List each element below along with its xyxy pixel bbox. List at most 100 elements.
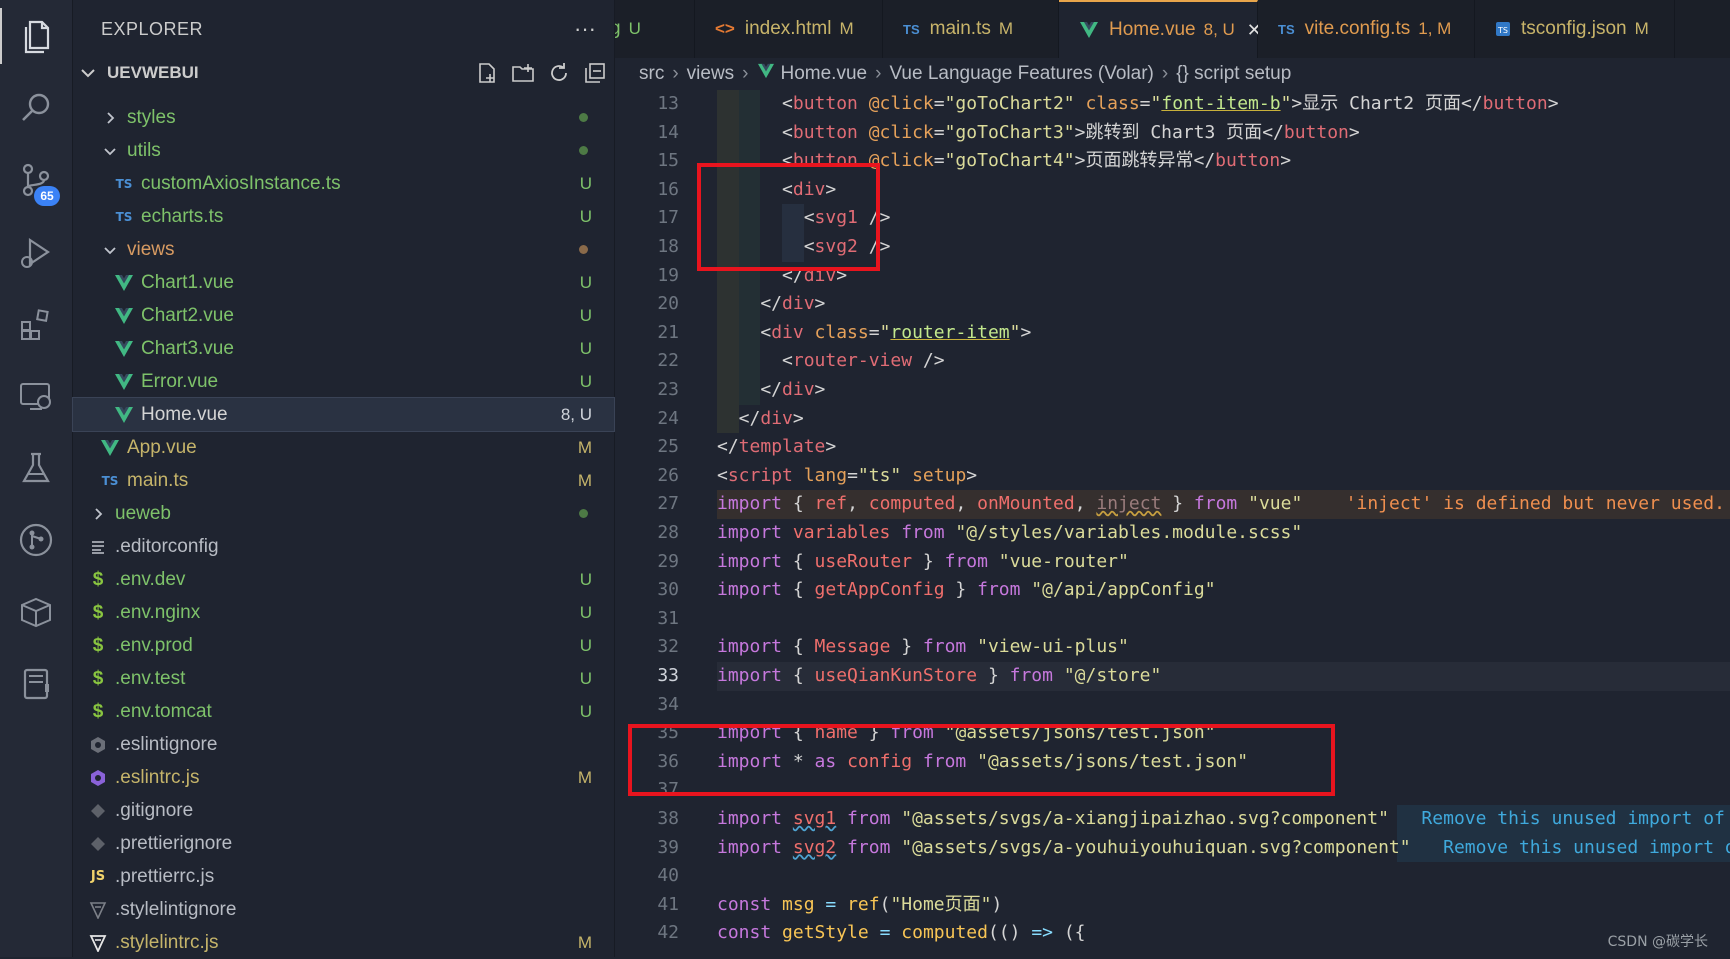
code-line[interactable]: import { ref, computed, onMounted, injec… [717, 490, 1725, 519]
testing-icon[interactable] [0, 440, 72, 496]
code-token: computed [901, 922, 988, 944]
breadcrumb-item[interactable]: src [639, 63, 664, 85]
tree-file[interactable]: TS customAxiosInstance.ts U [73, 167, 614, 200]
tree-item-label: .env.test [115, 667, 186, 689]
code-line[interactable]: const getStyle = computed(() => ({ [717, 919, 1086, 948]
code-line[interactable]: import { getAppConfig } from "@/api/appC… [717, 576, 1216, 605]
tab-status: 8, U [1203, 20, 1235, 39]
tree-file[interactable]: $ .env.test U [73, 662, 614, 695]
workspace-section-header[interactable]: UEVWEBUI [73, 58, 614, 88]
tree-file[interactable]: $ .env.prod U [73, 629, 614, 662]
vue-file-icon [113, 305, 135, 327]
chevron-down-icon [81, 69, 95, 78]
breadcrumb-item[interactable]: Home.vue [781, 63, 868, 85]
extensions-icon[interactable] [0, 296, 72, 352]
code-token: import [717, 665, 793, 686]
tree-file[interactable]: $ .env.dev U [73, 563, 614, 596]
tree-file[interactable]: .eslintrc.js M [73, 761, 614, 794]
tab-home-vue[interactable]: Home.vue 8, U ✕ [1059, 0, 1262, 58]
files-icon[interactable] [0, 8, 74, 64]
tree-item-label: Chart1.vue [141, 271, 234, 293]
line-number: 28 [657, 522, 679, 543]
breadcrumb-item[interactable]: {} script setup [1176, 63, 1291, 85]
tree-file[interactable]: App.vue M [73, 431, 614, 464]
tree-item-label: .eslintrc.js [115, 766, 200, 788]
breadcrumb-item[interactable]: Vue Language Features (Volar) [889, 63, 1153, 85]
more-actions-icon[interactable]: ··· [574, 16, 596, 42]
remote-explorer-icon[interactable] [0, 368, 72, 424]
code-line[interactable]: import { Message } from "view-ui-plus" [717, 633, 1129, 662]
tree-item-label: .env.dev [115, 568, 186, 590]
code-line[interactable]: import variables from "@/styles/variable… [717, 519, 1302, 548]
tree-file[interactable]: Chart3.vue U [73, 332, 614, 365]
tab-vite-config-ts[interactable]: TS vite.config.ts 1, M [1258, 0, 1475, 58]
code-line[interactable]: <router-view /> [717, 347, 945, 376]
tree-file[interactable]: .gitignore [73, 794, 614, 827]
tree-file[interactable]: .eslintignore [73, 728, 614, 761]
tree-file[interactable]: $ .env.nginx U [73, 596, 614, 629]
code-line[interactable]: <button @click="goToChart3">跳转到 Chart3 页… [717, 119, 1360, 148]
code-token: from [922, 636, 978, 658]
code-line[interactable]: <button @click="goToChart2" class="font-… [717, 90, 1559, 119]
breadcrumb-item[interactable]: views [687, 63, 735, 85]
line-number: 40 [657, 865, 679, 887]
code-token: div [782, 293, 815, 315]
collapse-all-icon[interactable] [582, 60, 608, 86]
new-file-icon[interactable] [474, 60, 500, 86]
notebook-icon[interactable] [0, 656, 72, 712]
line-number: 13 [657, 93, 679, 114]
source-control-icon[interactable]: 65 [0, 152, 72, 208]
code-token: 跳转到 Chart3 页面 [1085, 121, 1263, 143]
ignore-file-icon [87, 800, 109, 822]
tab-index-html[interactable]: <> index.html M [695, 0, 883, 58]
tree-folder[interactable]: styles [73, 101, 614, 134]
package-icon[interactable] [0, 584, 72, 640]
tree-folder[interactable]: views [73, 233, 614, 266]
code-line[interactable]: <div class="router-item"> [717, 319, 1031, 348]
tree-file[interactable]: .prettierignore [73, 827, 614, 860]
git-graph-icon[interactable] [0, 512, 72, 568]
activity-bar: 65 [0, 0, 73, 957]
code-line[interactable]: import svg1 from "@assets/svgs/a-xiangji… [717, 805, 1730, 834]
line-number: 24 [657, 407, 679, 429]
refresh-icon[interactable] [546, 60, 572, 86]
tree-item-label: .prettierignore [115, 832, 233, 854]
tab-main-ts[interactable]: TS main.ts M [883, 0, 1059, 58]
code-token: " [1280, 93, 1292, 114]
code-line[interactable]: </div> [717, 290, 825, 319]
tree-file[interactable]: TS main.ts M [73, 464, 614, 497]
tree-file[interactable]: .editorconfig [73, 530, 614, 563]
code-line[interactable]: </template> [717, 433, 836, 462]
tree-folder[interactable]: utils [73, 134, 614, 167]
code-line[interactable]: <script lang="ts" setup> [717, 462, 977, 491]
tree-file[interactable]: JS .prettierrc.js [73, 860, 614, 893]
tree-file[interactable]: Error.vue U [73, 365, 614, 398]
code-line[interactable]: </div> [717, 405, 804, 434]
code-token: import [717, 636, 793, 658]
tab-g[interactable]: gU [615, 0, 695, 58]
tab-status: M [1634, 19, 1649, 38]
new-folder-icon[interactable] [510, 60, 536, 86]
tree-file[interactable]: $ .env.tomcat U [73, 695, 614, 728]
tree-file[interactable]: .stylelintrc.js M [73, 926, 614, 959]
code-line[interactable]: import { useRouter } from "vue-router" [717, 548, 1129, 577]
code-line[interactable]: const msg = ref("Home页面") [717, 891, 1002, 920]
code-line[interactable]: import svg2 from "@assets/svgs/a-youhuiy… [717, 834, 1730, 863]
code-editor[interactable]: 13 14 15 16 17 18 19 20 21 22 23 24 25 26 27 28 29 30 31 32… [615, 90, 1730, 957]
run-debug-icon[interactable] [0, 224, 72, 280]
tree-file[interactable]: Chart2.vue U [73, 299, 614, 332]
code-line[interactable]: import { useQianKunStore } from "@/store… [717, 662, 1161, 691]
git-status-badge: U [579, 305, 592, 325]
tree-file[interactable]: Chart1.vue U [73, 266, 614, 299]
search-icon[interactable] [0, 80, 72, 136]
tree-file[interactable]: TS echarts.ts U [73, 200, 614, 233]
git-status-badge: U [579, 602, 592, 622]
tab-tsconfig-json[interactable]: TS tsconfig.json M [1475, 0, 1675, 58]
code-token: = [933, 121, 945, 143]
code-line[interactable]: </div> [717, 376, 825, 405]
code-token: button [1482, 93, 1548, 114]
tree-file[interactable]: Home.vue 8, U [72, 397, 615, 432]
tree-file[interactable]: .stylelintignore [73, 893, 614, 926]
code-token: button [792, 121, 869, 143]
tree-folder[interactable]: ueweb [73, 497, 614, 530]
